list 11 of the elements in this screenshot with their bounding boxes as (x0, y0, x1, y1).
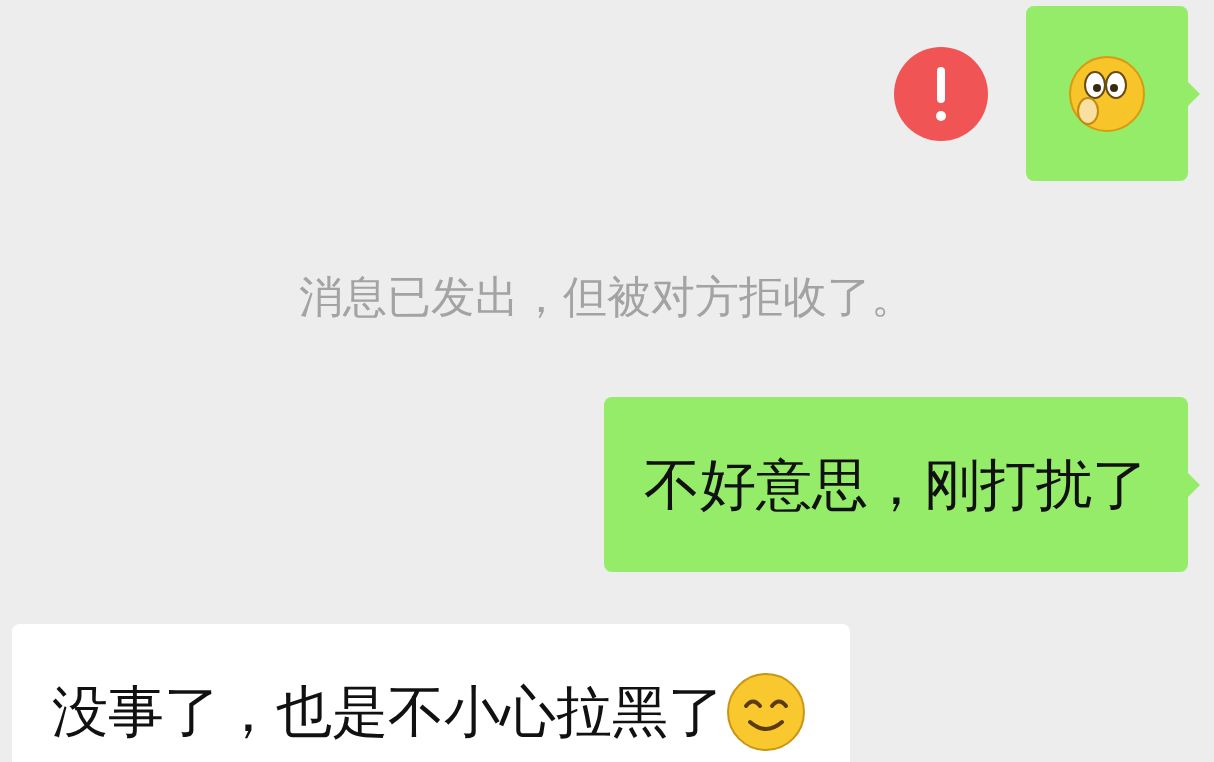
system-notice: 消息已发出，但被对方拒收了。 (299, 270, 915, 324)
message-text: 不好意思，刚打扰了 (644, 450, 1148, 519)
error-icon[interactable] (894, 46, 988, 141)
bubble-tail (1188, 81, 1200, 106)
message-text: 没事了，也是不小心拉黑了 (52, 677, 724, 746)
sticker-bubble[interactable] (1026, 6, 1188, 181)
smiling-face-emoji-icon (726, 671, 806, 752)
message-bubble[interactable]: 不好意思，刚打扰了 (604, 397, 1188, 572)
bubble-tail (1188, 472, 1200, 497)
message-bubble[interactable]: 没事了，也是不小心拉黑了 (12, 624, 850, 762)
shocked-face-emoji-icon (1068, 54, 1146, 133)
